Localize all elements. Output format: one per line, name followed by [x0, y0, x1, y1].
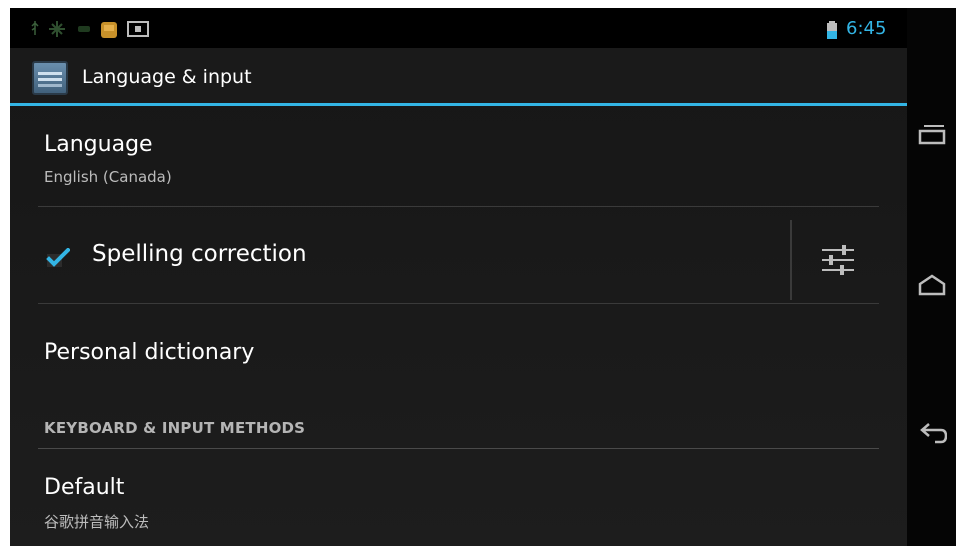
android-debug-icon [49, 21, 65, 37]
usb-icon [31, 21, 39, 35]
settings-screen: 6:45 Language & input Language English (… [10, 8, 907, 546]
language-row[interactable]: Language English (Canada) [10, 108, 907, 206]
status-time: 6:45 [846, 18, 887, 39]
device-screen: 6:45 Language & input Language English (… [10, 8, 956, 546]
vertical-separator [790, 220, 792, 300]
default-ime-title: Default [44, 475, 125, 500]
spelling-correction-label: Spelling correction [92, 241, 307, 267]
signal-icon [78, 26, 90, 32]
spelling-correction-row[interactable]: Spelling correction [10, 207, 907, 303]
screenshot-icon [127, 21, 149, 37]
action-bar: Language & input [10, 48, 907, 104]
settings-app-icon[interactable] [32, 61, 68, 95]
adjust-settings-icon[interactable] [818, 240, 858, 280]
navigation-bar [907, 8, 956, 546]
action-bar-divider [10, 103, 907, 106]
recent-apps-icon[interactable] [917, 120, 947, 150]
status-bar: 6:45 [10, 8, 907, 48]
checkbox-checked-icon[interactable] [46, 248, 70, 268]
home-icon[interactable] [917, 270, 947, 300]
language-summary: English (Canada) [44, 168, 172, 186]
personal-dictionary-row[interactable]: Personal dictionary [10, 304, 907, 398]
page-title: Language & input [82, 66, 252, 88]
personal-dictionary-title: Personal dictionary [44, 340, 255, 365]
section-header-keyboard: KEYBOARD & INPUT METHODS [44, 419, 306, 437]
language-title: Language [44, 132, 153, 157]
sd-card-icon [101, 22, 117, 38]
back-icon[interactable] [917, 418, 947, 448]
default-ime-summary: 谷歌拼音输入法 [44, 513, 150, 531]
battery-icon [827, 21, 837, 39]
default-ime-row[interactable]: Default 谷歌拼音输入法 [10, 449, 907, 546]
